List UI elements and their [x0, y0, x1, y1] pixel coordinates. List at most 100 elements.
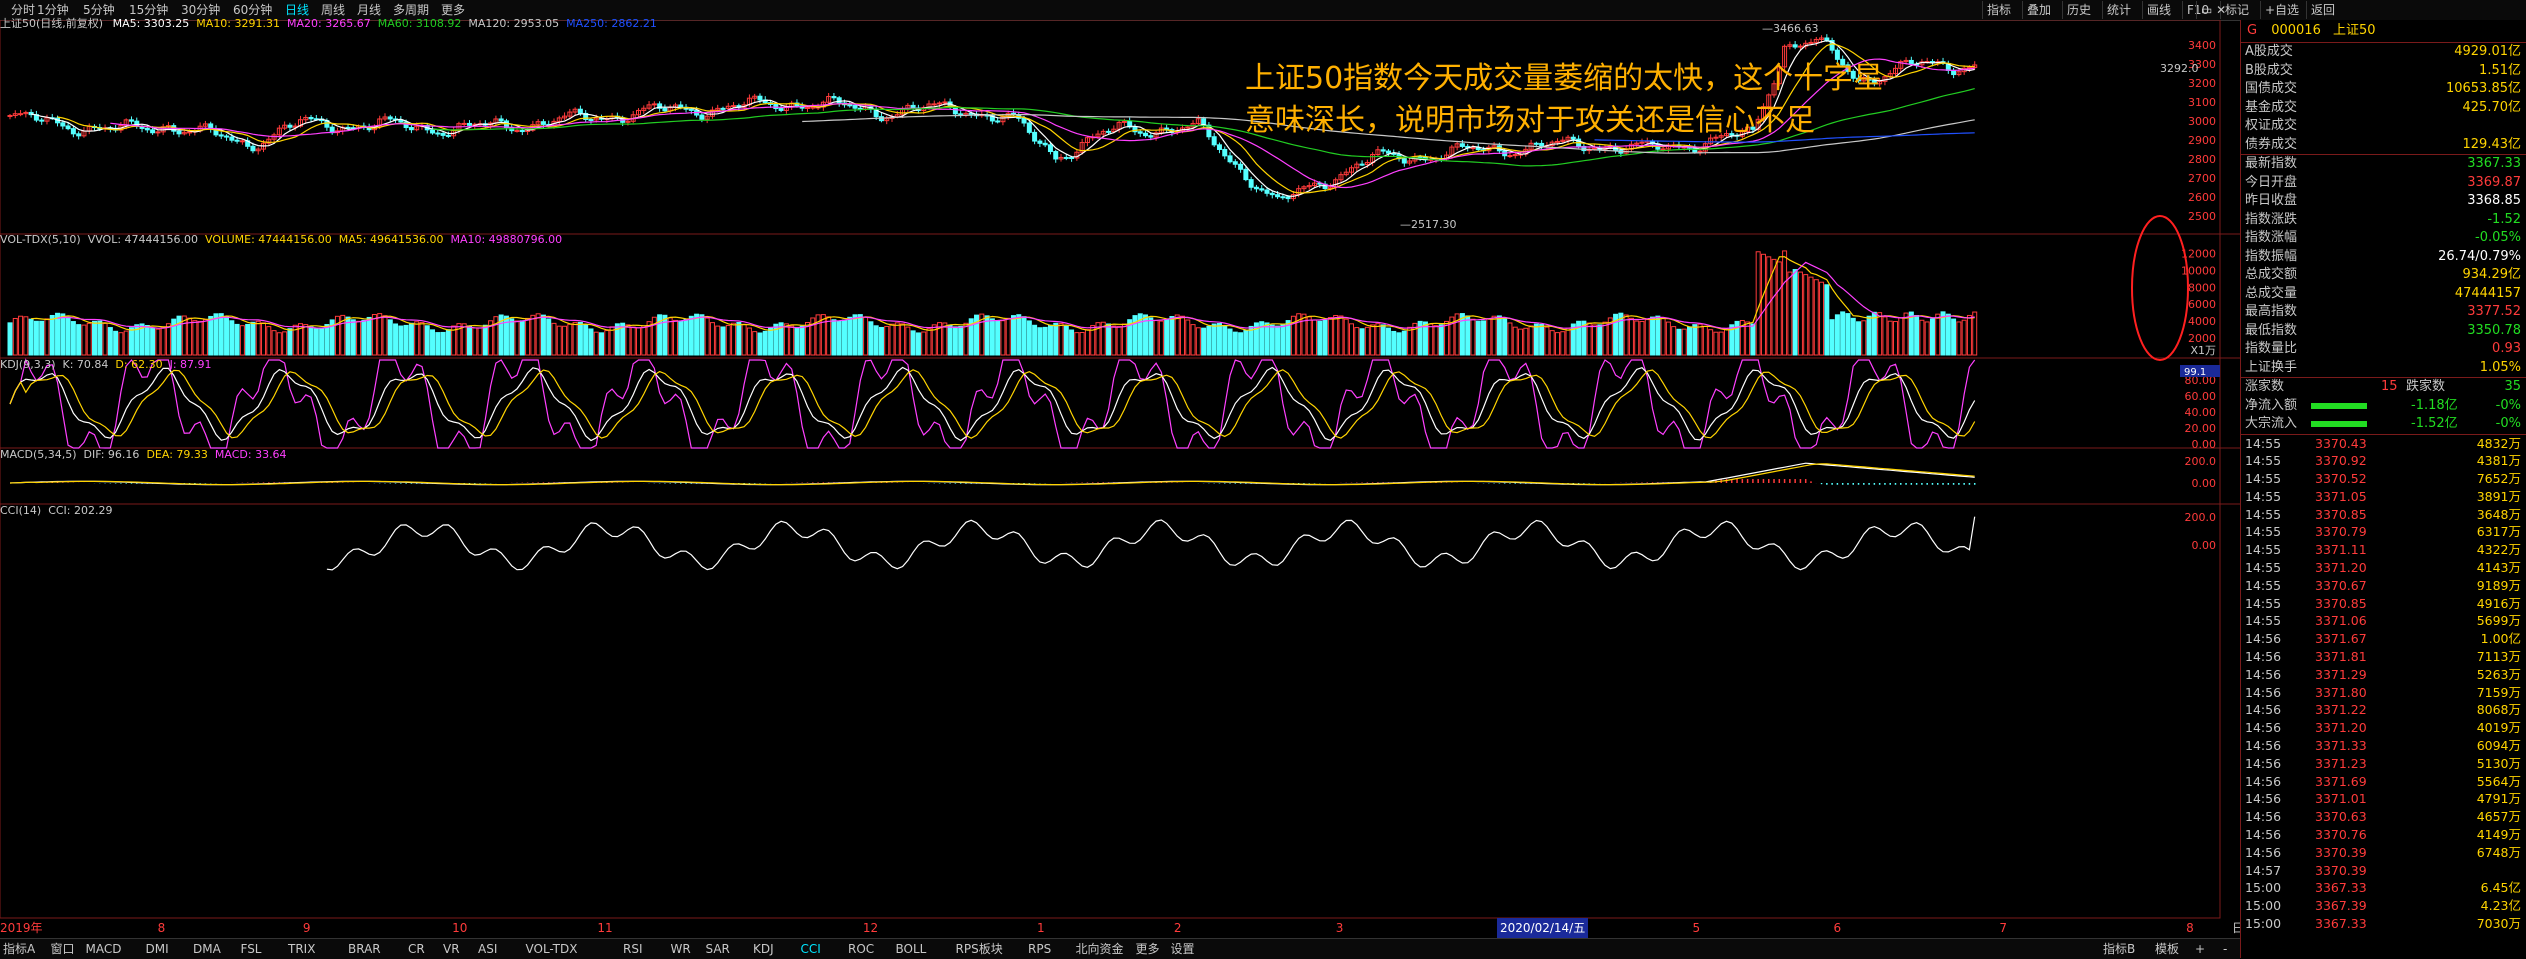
volume-bar — [192, 320, 198, 356]
volume-bar — [1164, 318, 1170, 356]
candle-body — [688, 108, 694, 111]
indicator-tab-10[interactable]: ASI — [475, 939, 500, 959]
tool-button-0[interactable]: 指标 — [1982, 1, 2015, 19]
volume-bar — [1586, 322, 1592, 356]
indicator-tab-23[interactable]: 设置 — [1168, 939, 1198, 959]
indicator-tab-7[interactable]: BRAR — [345, 939, 384, 959]
indicator-tab-13[interactable]: WR — [668, 939, 694, 959]
indicator-tab-4[interactable]: DMA — [190, 939, 224, 959]
tick-volume: 1.00亿 — [2480, 631, 2521, 647]
window-controls[interactable]: ▭ ✕ — [2196, 1, 2230, 19]
volume-bar — [1676, 328, 1682, 356]
exchange-icon: G — [2247, 23, 2258, 38]
volume-bar — [1882, 316, 1888, 356]
date-label-8: 3 — [1335, 921, 1344, 935]
candle-body — [995, 120, 1001, 123]
bottom-right-item-2[interactable]: + — [2192, 939, 2208, 959]
quote-value: 3367.33 — [2467, 156, 2521, 171]
candle-body — [937, 102, 943, 105]
candle-body — [514, 130, 520, 133]
date-label-10: 5 — [1692, 921, 1701, 935]
tool-button-3[interactable]: 统计 — [2102, 1, 2135, 19]
indicator-tab-5[interactable]: FSL — [238, 939, 265, 959]
candle-body — [1380, 149, 1386, 152]
indicator-tab-16[interactable]: CCI — [798, 939, 824, 959]
tool-button-7[interactable]: +自选 — [2260, 1, 2303, 19]
volume-bar — [852, 314, 858, 356]
quote-value: 1.05% — [2479, 359, 2521, 375]
indicator-tab-18[interactable]: BOLL — [893, 939, 930, 959]
indicator-tab-14[interactable]: SAR — [703, 939, 733, 959]
chart-area[interactable]: 3400 3300 3200 3100 3000 2900 2800 2700 2600 2500… — [0, 17, 2240, 938]
kdj-label-2: D: 62.30 — [115, 358, 163, 371]
indicator-tab-6[interactable]: TRIX — [285, 939, 318, 959]
indicator-tab-8[interactable]: CR — [405, 939, 428, 959]
indicator-tab-12[interactable]: RSI — [620, 939, 646, 959]
indicator-tab-21[interactable]: 北向资金 — [1073, 939, 1127, 959]
volume-bar — [1602, 321, 1608, 356]
candle-body — [287, 124, 293, 128]
tick-time: 14:55 — [2245, 524, 2282, 540]
indicator-tab-0[interactable]: 指标A — [0, 939, 38, 959]
indicator-tab-17[interactable]: ROC — [845, 939, 877, 959]
volume-bar — [577, 321, 583, 356]
volume-bar — [1760, 253, 1766, 356]
volume-bar — [356, 320, 362, 356]
cci-label-0: CCI(14) — [0, 504, 42, 517]
volume-bar — [1428, 323, 1434, 356]
kline-chart-svg[interactable]: 3400330032003100300029002800270026002500… — [0, 19, 2240, 938]
volume-bar — [805, 322, 811, 356]
volume-bar — [482, 324, 488, 356]
candle-body — [1280, 196, 1286, 199]
volume-bar — [1565, 327, 1571, 356]
indicator-tab-2[interactable]: MACD — [83, 939, 125, 959]
kdj-tick-label: 40.00 — [2185, 406, 2217, 419]
indicator-tab-3[interactable]: DMI — [143, 939, 172, 959]
volume-bar — [1623, 314, 1629, 356]
volume-bar — [435, 332, 441, 356]
candle-body — [128, 119, 134, 122]
volume-bar — [1808, 276, 1814, 356]
tick-time: 14:55 — [2245, 577, 2282, 593]
bottom-right-item-0[interactable]: 指标B — [2100, 939, 2138, 959]
flow-key: 净流入额 — [2245, 397, 2298, 413]
tool-button-2[interactable]: 历史 — [2062, 1, 2095, 19]
candle-body — [720, 107, 726, 110]
volume-bar — [683, 318, 689, 356]
volume-bar — [303, 324, 309, 356]
tick-time: 14:55 — [2245, 453, 2282, 469]
tool-button-4[interactable]: 画线 — [2142, 1, 2175, 19]
candle-body — [76, 133, 82, 137]
volume-bar — [1951, 318, 1957, 356]
indicator-tab-9[interactable]: VR — [440, 939, 463, 959]
indicator-tab-20[interactable]: RPS — [1025, 939, 1054, 959]
volume-bar — [1924, 321, 1930, 356]
volume-bar — [1010, 315, 1016, 356]
tool-button-8[interactable]: 返回 — [2306, 1, 2339, 19]
indicator-tab-15[interactable]: KDJ — [750, 939, 777, 959]
volume-bar — [1121, 323, 1127, 356]
vol-unit-label: X1万 — [2190, 344, 2216, 357]
indicator-tab-11[interactable]: VOL-TDX — [523, 939, 581, 959]
volume-bar — [1243, 329, 1249, 356]
indicator-tab-19[interactable]: RPS板块 — [953, 939, 1006, 959]
tick-price: 3370.63 — [2315, 809, 2367, 825]
tick-row-23: 14:56 3370.39 6748万 — [2241, 844, 2526, 862]
indicator-tab-22[interactable]: 更多 — [1133, 939, 1163, 959]
candle-body — [1243, 168, 1249, 181]
candle-body — [1951, 69, 1957, 76]
flow-pct: -0% — [2495, 397, 2521, 413]
candle-body — [1106, 130, 1112, 133]
macd-label-3: MACD: 33.64 — [214, 448, 287, 461]
bottom-right-item-1[interactable]: 模板 — [2152, 939, 2182, 959]
tick-time: 14:56 — [2245, 649, 2282, 665]
volume-bar — [546, 318, 552, 356]
bottom-right-item-3[interactable]: - — [2220, 939, 2230, 959]
volume-bar — [958, 325, 964, 356]
tool-button-1[interactable]: 叠加 — [2022, 1, 2055, 19]
tick-list[interactable]: 14:55 3370.43 4832万 14:55 3370.92 4381万 14:55 3… — [2241, 433, 2526, 933]
indicator-tab-1[interactable]: 窗口 — [48, 939, 78, 959]
kdj-label-0: KDJ(9,3,3) — [0, 358, 56, 371]
volume-bar — [234, 323, 240, 356]
volume-bar — [197, 320, 203, 356]
